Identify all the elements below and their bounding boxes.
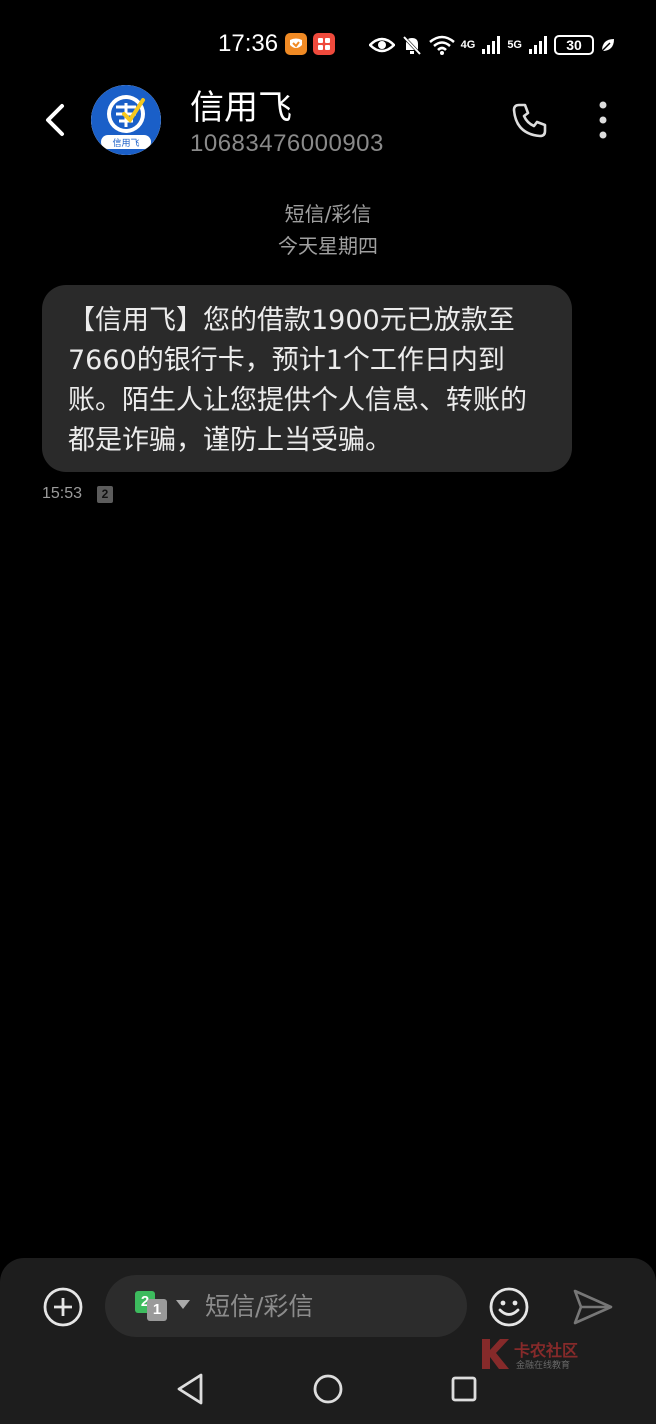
call-button[interactable] [510, 100, 550, 140]
contact-name: 信用飞 [190, 88, 292, 128]
avatar-label: 信用飞 [112, 137, 139, 149]
leaf-icon [601, 39, 614, 52]
message-text: 【信用飞】您的借款1900元已放款至7660的银行卡，预计1个工作日内到账。陌生… [68, 305, 527, 456]
wifi-icon [428, 35, 455, 55]
sim-selector[interactable]: 2 1 [135, 1291, 173, 1323]
plus-circle-icon [43, 1287, 83, 1327]
triangle-back-icon [177, 1373, 203, 1405]
status-bar: 17:36 4G 5G 30 [0, 0, 656, 90]
emoji-button[interactable] [487, 1285, 531, 1329]
smiley-icon [489, 1287, 529, 1327]
status-time: 17:36 [218, 30, 279, 57]
sim-badge: 2 [97, 486, 113, 503]
chevron-left-icon [46, 104, 64, 136]
send-icon [573, 1289, 613, 1325]
sim-1-badge: 1 [147, 1299, 167, 1321]
xinyongfei-logo-icon: 信用飞 [91, 85, 161, 155]
signal-bars-icon [529, 36, 547, 54]
signal-bars-icon [482, 36, 501, 54]
conversation-type-label: 短信/彩信 [284, 202, 372, 226]
conversation-date-label: 今天星期四 [278, 234, 378, 258]
kanong-logo-icon [482, 1339, 509, 1369]
network-4g-label: 4G [460, 39, 476, 51]
eye-icon [368, 37, 395, 53]
square-recents-icon [451, 1376, 477, 1402]
network-5g-label: 5G [507, 39, 522, 51]
send-button[interactable] [572, 1287, 614, 1327]
nav-recents-button[interactable] [451, 1376, 477, 1402]
more-vertical-icon [599, 101, 607, 139]
watermark-subtitle: 金融在线教育 [516, 1361, 571, 1371]
chevron-down-icon[interactable] [176, 1300, 190, 1309]
message-input-container: 2 1 [105, 1275, 467, 1337]
nav-back-button[interactable] [174, 1372, 208, 1406]
more-options-button[interactable] [588, 100, 618, 140]
conversation-header: 信用飞 信用飞 10683476000903 [0, 80, 656, 170]
watermark: 卡农社区 金融在线教育 [478, 1337, 598, 1373]
contact-avatar[interactable]: 信用飞 [91, 85, 161, 155]
add-attachment-button[interactable] [42, 1286, 84, 1328]
back-button[interactable] [36, 100, 76, 140]
message-input[interactable] [205, 1289, 455, 1323]
system-status-icons: 4G 5G 30 [368, 32, 616, 58]
app-notification-icon [313, 33, 335, 55]
battery-indicator: 30 [554, 35, 594, 55]
nav-home-button[interactable] [312, 1373, 344, 1405]
phone-icon [512, 103, 547, 138]
circle-home-icon [313, 1374, 343, 1404]
app-notification-icon [285, 33, 307, 55]
contact-number: 10683476000903 [190, 130, 384, 157]
message-bubble[interactable]: 【信用飞】您的借款1900元已放款至7660的银行卡，预计1个工作日内到账。陌生… [42, 285, 572, 472]
message-timestamp: 15:53 [42, 485, 83, 502]
mute-bell-icon [402, 35, 421, 56]
